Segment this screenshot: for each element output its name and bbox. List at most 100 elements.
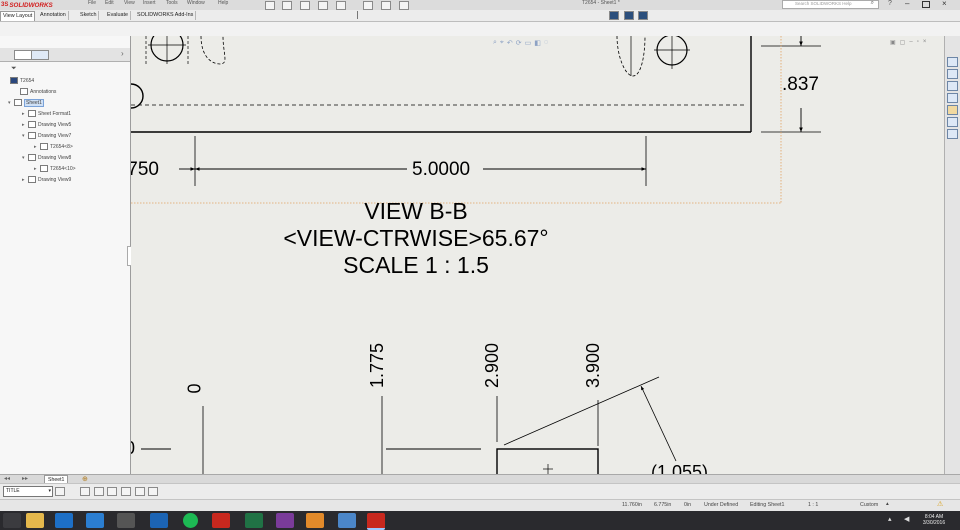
- search-box[interactable]: Search SOLIDWORKS Help ⌕: [782, 0, 879, 9]
- line-color-icon[interactable]: [80, 487, 90, 496]
- design-library-icon[interactable]: [947, 69, 958, 79]
- tray-arrow-icon[interactable]: ▴: [888, 515, 892, 523]
- property-manager-tab-icon[interactable]: [31, 50, 49, 60]
- dimension-5[interactable]: 5.0000: [412, 159, 470, 181]
- dimension-reference-cut[interactable]: (1.055): [651, 462, 708, 474]
- viewport-close-icon[interactable]: ×: [923, 39, 927, 46]
- tab-sketch[interactable]: Sketch: [78, 11, 100, 20]
- onenote-icon[interactable]: [276, 513, 294, 528]
- excel-icon[interactable]: [245, 513, 263, 528]
- tree-item-drawing-view7[interactable]: ▾ Drawing View7: [22, 132, 71, 139]
- network-drive-icon[interactable]: [338, 513, 356, 528]
- dimension-left-zero[interactable]: 0: [131, 438, 135, 459]
- status-sheet-scale[interactable]: 1 : 1: [808, 502, 818, 508]
- menu-file[interactable]: File: [88, 0, 96, 6]
- internet-explorer-icon[interactable]: [86, 513, 104, 528]
- menu-edit[interactable]: Edit: [105, 0, 114, 6]
- edge-browser-icon[interactable]: [55, 513, 73, 528]
- menu-window[interactable]: Window: [187, 0, 205, 6]
- status-units[interactable]: Custom: [860, 502, 878, 508]
- display-style-icon[interactable]: [638, 11, 648, 20]
- feature-tree-tab-icon[interactable]: [14, 50, 32, 60]
- appearances-icon[interactable]: [947, 105, 958, 115]
- solidworks-logo[interactable]: 3S SOLIDWORKS: [1, 0, 53, 10]
- view-orientation-icon[interactable]: [624, 11, 634, 20]
- viewport-tile-icon[interactable]: ▣: [890, 39, 896, 46]
- ordinate-dimension-0[interactable]: 0: [185, 383, 206, 393]
- tree-item-part-instance[interactable]: ▸ T2654<8>: [34, 143, 73, 150]
- tree-item-drawing-view8[interactable]: ▾ Drawing View8: [22, 154, 71, 161]
- previous-view-icon[interactable]: ↶: [507, 39, 513, 48]
- print-icon[interactable]: [318, 1, 328, 10]
- rotate-view-icon[interactable]: ⟳: [516, 39, 522, 48]
- display-style-icon[interactable]: ◧: [534, 39, 541, 48]
- filter-icon[interactable]: ⏷: [11, 65, 17, 73]
- open-document-icon[interactable]: [282, 1, 292, 10]
- dimension-837[interactable]: .837: [782, 74, 819, 96]
- tree-item-part-instance[interactable]: ▸ T2654<10>: [34, 165, 76, 172]
- viewport-maximize-icon[interactable]: ▫: [917, 39, 919, 46]
- tree-item-annotations[interactable]: Annotations: [14, 88, 56, 95]
- media-player-icon[interactable]: [117, 513, 135, 528]
- view-label[interactable]: VIEW B-B <VIEW-CTRWISE>65.67° SCALE 1 : …: [241, 198, 591, 279]
- maximize-window-icon[interactable]: [922, 1, 930, 8]
- outlook-icon[interactable]: [150, 513, 168, 528]
- quick-tips-icon[interactable]: ⚠: [937, 500, 943, 508]
- close-window-icon[interactable]: ×: [942, 0, 947, 8]
- menu-help[interactable]: Help: [218, 0, 228, 6]
- color-display-mode-icon[interactable]: [135, 487, 145, 496]
- home-icon[interactable]: [947, 57, 958, 67]
- show-edge-icon[interactable]: [148, 487, 158, 496]
- options-icon[interactable]: [399, 1, 409, 10]
- save-icon[interactable]: [300, 1, 310, 10]
- rebuild-icon[interactable]: [381, 1, 391, 10]
- hide-edge-icon[interactable]: [121, 487, 131, 496]
- select-icon[interactable]: [363, 1, 373, 10]
- tree-item-drawing-view5[interactable]: ▸ Drawing View5: [22, 121, 71, 128]
- viewport-minimize-icon[interactable]: –: [909, 39, 912, 46]
- search-input[interactable]: Search SOLIDWORKS Help: [795, 1, 852, 6]
- viewport-restore-icon[interactable]: ▢: [900, 39, 906, 46]
- dimension-750[interactable]: .750: [131, 159, 159, 181]
- tab-view-layout[interactable]: View Layout: [0, 11, 36, 21]
- file-explorer-icon[interactable]: [26, 513, 44, 528]
- view-control-icon[interactable]: [609, 11, 619, 20]
- volume-icon[interactable]: ◀: [904, 515, 909, 523]
- help-question-icon[interactable]: ?: [888, 0, 892, 7]
- tree-root[interactable]: T2654: [10, 77, 34, 84]
- add-sheet-icon[interactable]: ⊕: [82, 475, 88, 483]
- first-sheet-arrow-icon[interactable]: ◂◂: [4, 475, 10, 482]
- menu-tools[interactable]: Tools: [166, 0, 178, 6]
- undo-icon[interactable]: [336, 1, 346, 10]
- tree-item-drawing-view9[interactable]: ▸ Drawing View9: [22, 176, 71, 183]
- zoom-to-area-icon[interactable]: ⌖: [500, 39, 504, 48]
- app-launcher-icon[interactable]: [306, 513, 324, 528]
- menu-view[interactable]: View: [124, 0, 135, 6]
- spotify-icon[interactable]: [183, 513, 198, 528]
- panel-expand-chevron-icon[interactable]: ›: [121, 49, 124, 58]
- drawing-sheet-canvas[interactable]: ⌕ ⌖ ↶ ⟳ ▭ ◧ ◌ ▣ ▢ – ▫ × .837 .750 5.0000…: [131, 36, 944, 474]
- chevron-up-icon[interactable]: ▴: [886, 501, 889, 507]
- forum-icon[interactable]: [947, 129, 958, 139]
- layer-select[interactable]: TITLE ▾: [3, 486, 53, 497]
- ordinate-dimension-3900[interactable]: 3.900: [583, 343, 604, 388]
- hide-show-icon[interactable]: ◌: [544, 39, 548, 48]
- tree-item-sheet1[interactable]: ▾ Sheet1: [8, 98, 44, 107]
- line-thickness-icon[interactable]: [94, 487, 104, 496]
- solidworks-active-icon[interactable]: [367, 513, 385, 530]
- ordinate-dimension-2900[interactable]: 2.900: [482, 343, 503, 388]
- tab-annotation[interactable]: Annotation: [38, 11, 69, 20]
- section-view-icon[interactable]: ▭: [525, 39, 532, 48]
- windows-start-icon[interactable]: [3, 513, 21, 528]
- tab-evaluate[interactable]: Evaluate: [105, 11, 131, 20]
- search-icon[interactable]: ⌕: [871, 0, 874, 7]
- clock[interactable]: 8:04 AM 3/30/2016: [914, 514, 954, 526]
- line-style-icon[interactable]: [107, 487, 117, 496]
- menu-insert[interactable]: Insert: [143, 0, 156, 6]
- custom-properties-icon[interactable]: [947, 117, 958, 127]
- layer-properties-icon[interactable]: [55, 487, 65, 496]
- zoom-to-fit-icon[interactable]: ⌕: [493, 39, 497, 48]
- view-palette-icon[interactable]: [947, 93, 958, 103]
- next-sheet-arrow-icon[interactable]: ▸▸: [22, 475, 28, 482]
- ordinate-dimension-1775[interactable]: 1.775: [367, 343, 388, 388]
